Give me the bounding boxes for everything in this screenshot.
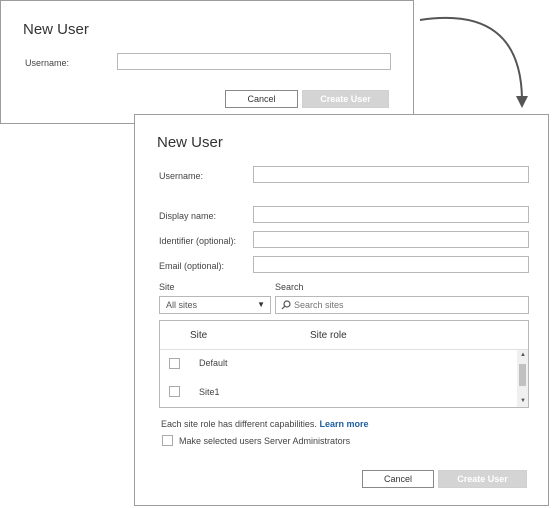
- identifier-input[interactable]: [253, 231, 529, 248]
- site-select[interactable]: All sites ▼: [159, 296, 271, 314]
- username-input[interactable]: [117, 53, 391, 70]
- site-table: Site Site role Default Site1 ▲ ▼: [159, 320, 529, 408]
- new-user-dialog-expanded: New User Username: Display name: Identif…: [134, 114, 549, 506]
- new-user-dialog-collapsed: New User Username: Cancel Create User: [0, 0, 414, 124]
- identifier-label: Identifier (optional):: [159, 236, 237, 246]
- username-label: Username:: [25, 58, 70, 68]
- cancel-button[interactable]: Cancel: [362, 470, 434, 488]
- scroll-up-icon[interactable]: ▲: [520, 352, 526, 358]
- table-header-divider: [160, 349, 528, 350]
- search-label: Search: [275, 282, 304, 292]
- site-role-info: Each site role has different capabilitie…: [161, 419, 368, 429]
- display-name-label: Display name:: [159, 211, 217, 221]
- email-label: Email (optional):: [159, 261, 225, 271]
- create-user-button[interactable]: Create User: [438, 470, 527, 488]
- server-admin-checkbox[interactable]: [162, 435, 173, 446]
- site-select-value: All sites: [166, 300, 198, 310]
- scrollbar-thumb[interactable]: [519, 364, 526, 386]
- row-site-name: Site1: [199, 387, 220, 397]
- display-name-input[interactable]: [253, 206, 529, 223]
- column-header-site: Site: [190, 330, 208, 341]
- username-input[interactable]: [253, 166, 529, 183]
- learn-more-link[interactable]: Learn more: [319, 419, 368, 429]
- row-site-name: Default: [199, 358, 228, 368]
- create-user-button[interactable]: Create User: [302, 90, 389, 108]
- cancel-button[interactable]: Cancel: [225, 90, 298, 108]
- chevron-down-icon: ▼: [257, 300, 265, 309]
- row-checkbox[interactable]: [169, 386, 180, 397]
- search-icon: [281, 300, 291, 310]
- dialog-title: New User: [23, 21, 89, 38]
- email-input[interactable]: [253, 256, 529, 273]
- scroll-down-icon[interactable]: ▼: [520, 398, 526, 404]
- search-box[interactable]: [275, 296, 529, 314]
- transition-arrow-head: [516, 96, 528, 108]
- site-role-info-text: Each site role has different capabilitie…: [161, 419, 317, 429]
- server-admin-label: Make selected users Server Administrator…: [179, 436, 351, 446]
- dialog-title: New User: [157, 134, 223, 151]
- column-header-site-role: Site role: [310, 330, 347, 341]
- transition-arrow-path: [419, 16, 523, 99]
- row-checkbox[interactable]: [169, 358, 180, 369]
- site-label: Site: [159, 282, 175, 292]
- search-input[interactable]: [294, 298, 514, 312]
- username-label: Username:: [159, 171, 204, 181]
